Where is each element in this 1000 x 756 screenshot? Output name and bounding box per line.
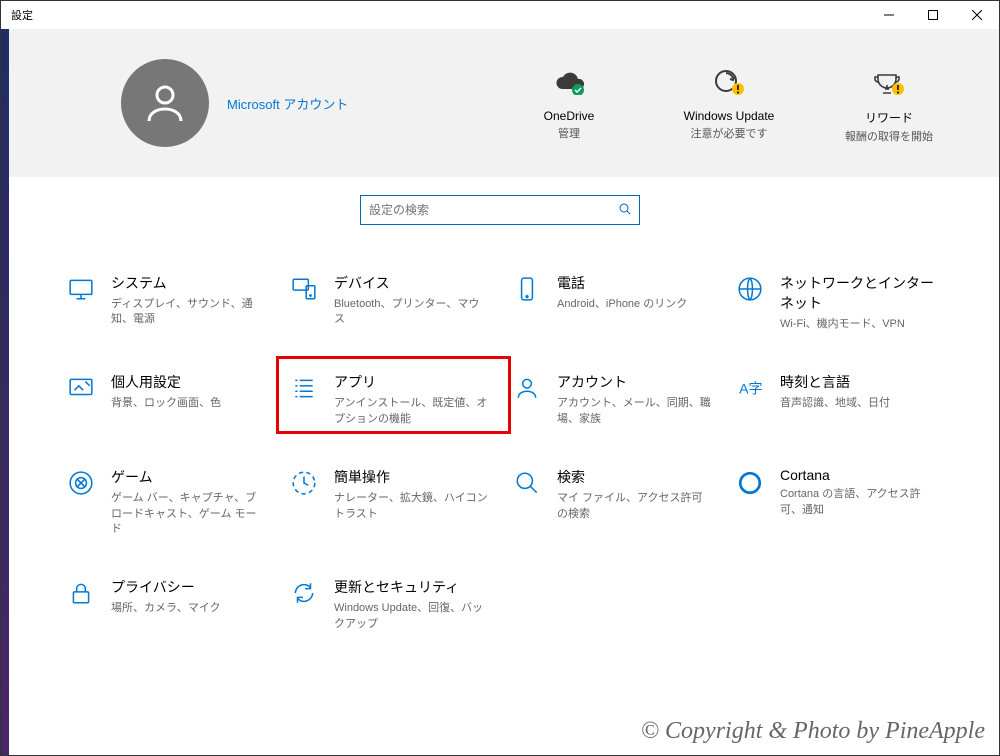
gaming-icon	[65, 467, 97, 499]
category-search[interactable]: 検索 マイ ファイル、アクセス許可の検索	[507, 463, 716, 541]
status-title: リワード	[865, 109, 913, 126]
accounts-icon	[511, 372, 543, 404]
category-privacy[interactable]: プライバシー 場所、カメラ、マイク	[61, 573, 270, 636]
window-title: 設定	[11, 7, 33, 23]
category-sub: アンインストール、既定値、オプションの機能	[334, 396, 489, 427]
status-sub: 報酬の取得を開始	[845, 128, 933, 144]
language-icon: A字	[734, 372, 766, 404]
search-category-icon	[511, 467, 543, 499]
category-title: ネットワークとインターネット	[780, 273, 935, 313]
category-sub: ディスプレイ、サウンド、通知、電源	[111, 297, 266, 328]
user-avatar[interactable]	[121, 59, 209, 147]
category-cortana[interactable]: Cortana Cortana の言語、アクセス許可、通知	[730, 463, 939, 541]
category-devices[interactable]: デバイス Bluetooth、プリンター、マウス	[284, 269, 493, 336]
svg-text:A字: A字	[739, 381, 762, 397]
account-header: Microsoft アカウント OneDrive 管理	[1, 29, 999, 177]
system-icon	[65, 273, 97, 305]
category-sub: 音声認識、地域、日付	[780, 396, 890, 411]
category-sub: アカウント、メール、同期、職場、家族	[557, 396, 712, 427]
watermark: © Copyright & Photo by PineApple	[641, 718, 985, 745]
apps-icon	[288, 372, 320, 404]
cortana-icon	[734, 467, 766, 499]
globe-icon	[734, 273, 766, 305]
category-title: 個人用設定	[111, 372, 221, 392]
category-sub: マイ ファイル、アクセス許可の検索	[557, 491, 712, 522]
lock-icon	[65, 577, 97, 609]
category-title: デバイス	[334, 273, 489, 293]
search-box[interactable]	[360, 195, 640, 225]
category-title: プライバシー	[111, 577, 221, 597]
category-sub: ナレーター、拡大鏡、ハイコントラスト	[334, 491, 489, 522]
category-update-security[interactable]: 更新とセキュリティ Windows Update、回復、バックアップ	[284, 573, 493, 636]
category-title: 時刻と言語	[780, 372, 890, 392]
categories-grid: システム ディスプレイ、サウンド、通知、電源 デバイス Bluetooth、プリ…	[1, 239, 999, 636]
ms-account-link[interactable]: Microsoft アカウント	[227, 94, 348, 113]
devices-icon	[288, 273, 320, 305]
category-sub: Bluetooth、プリンター、マウス	[334, 297, 489, 328]
search-input[interactable]	[369, 203, 619, 217]
category-sub: Wi-Fi、機内モード、VPN	[780, 317, 935, 332]
minimize-button[interactable]	[867, 1, 911, 29]
category-sub: 場所、カメラ、マイク	[111, 601, 221, 616]
category-title: Cortana	[780, 467, 935, 483]
rewards-icon	[872, 63, 906, 103]
category-time-language[interactable]: A字 時刻と言語 音声認識、地域、日付	[730, 368, 939, 431]
category-sub: Android、iPhone のリンク	[557, 297, 687, 312]
category-accounts[interactable]: アカウント アカウント、メール、同期、職場、家族	[507, 368, 716, 431]
category-title: ゲーム	[111, 467, 266, 487]
close-button[interactable]	[955, 1, 999, 29]
category-title: 更新とセキュリティ	[334, 577, 489, 597]
person-icon	[141, 79, 189, 127]
category-system[interactable]: システム ディスプレイ、サウンド、通知、電源	[61, 269, 270, 336]
cloud-icon	[552, 63, 586, 103]
update-alert-icon	[712, 63, 746, 103]
phone-icon	[511, 273, 543, 305]
status-title: OneDrive	[544, 109, 595, 123]
category-sub: Cortana の言語、アクセス許可、通知	[780, 487, 935, 518]
status-rewards[interactable]: リワード 報酬の取得を開始	[839, 63, 939, 144]
category-gaming[interactable]: ゲーム ゲーム バー、キャプチャ、ブロードキャスト、ゲーム モード	[61, 463, 270, 541]
status-windows-update[interactable]: Windows Update 注意が必要です	[679, 63, 779, 144]
category-title: 電話	[557, 273, 687, 293]
category-title: システム	[111, 273, 266, 293]
category-network[interactable]: ネットワークとインターネット Wi-Fi、機内モード、VPN	[730, 269, 939, 336]
search-icon	[619, 203, 631, 218]
category-ease-of-access[interactable]: 簡単操作 ナレーター、拡大鏡、ハイコントラスト	[284, 463, 493, 541]
maximize-button[interactable]	[911, 1, 955, 29]
category-title: 検索	[557, 467, 712, 487]
update-icon	[288, 577, 320, 609]
category-sub: ゲーム バー、キャプチャ、ブロードキャスト、ゲーム モード	[111, 491, 266, 537]
ease-icon	[288, 467, 320, 499]
status-sub: 管理	[558, 125, 580, 141]
status-onedrive[interactable]: OneDrive 管理	[519, 63, 619, 144]
category-title: アカウント	[557, 372, 712, 392]
status-title: Windows Update	[684, 109, 775, 123]
category-apps[interactable]: アプリ アンインストール、既定値、オプションの機能	[284, 368, 493, 431]
category-sub: 背景、ロック画面、色	[111, 396, 221, 411]
category-title: アプリ	[334, 372, 489, 392]
personalize-icon	[65, 372, 97, 404]
titlebar: 設定	[1, 1, 999, 29]
status-sub: 注意が必要です	[691, 125, 768, 141]
desktop-edge	[1, 29, 9, 755]
category-title: 簡単操作	[334, 467, 489, 487]
category-sub: Windows Update、回復、バックアップ	[334, 601, 489, 632]
category-personalize[interactable]: 個人用設定 背景、ロック画面、色	[61, 368, 270, 431]
category-phone[interactable]: 電話 Android、iPhone のリンク	[507, 269, 716, 336]
